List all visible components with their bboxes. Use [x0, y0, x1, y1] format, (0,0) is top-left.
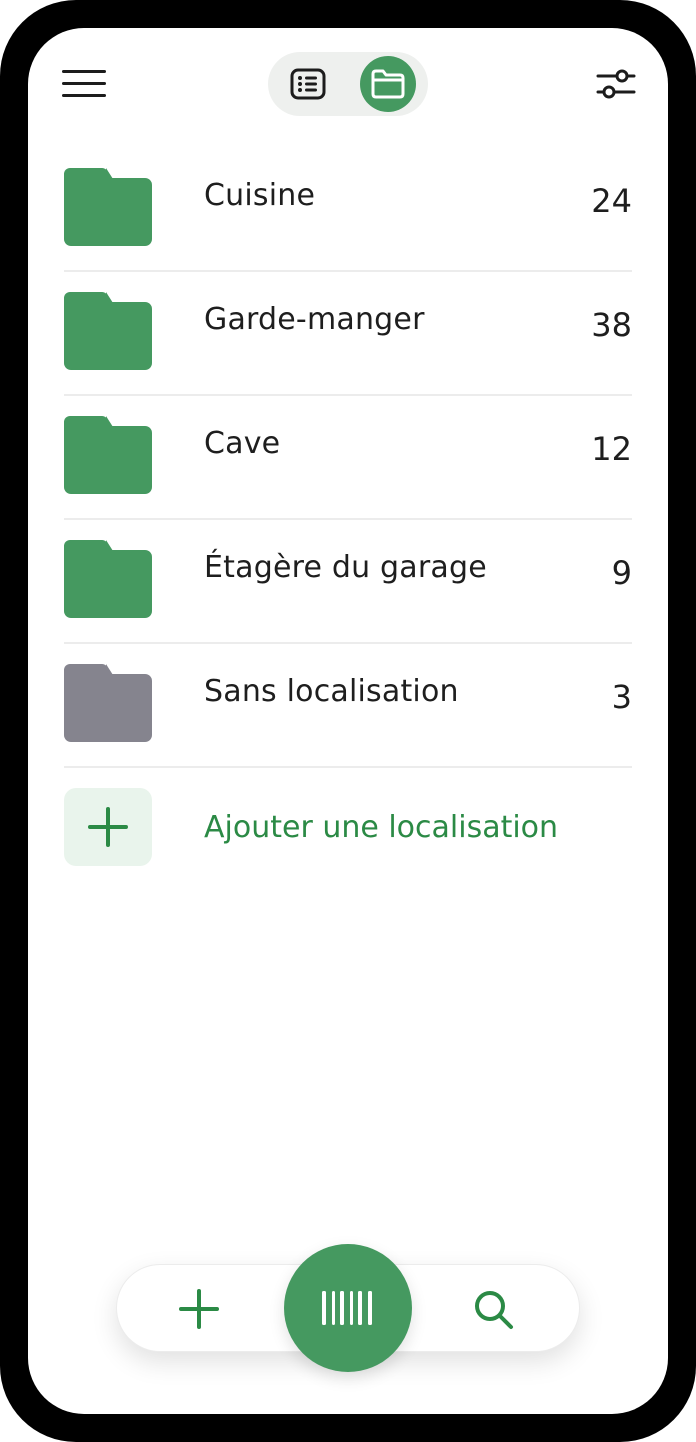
device-frame: Cuisine 24 Garde-manger 38 Cave 12 Étagè… [0, 0, 696, 1442]
location-item-cave[interactable]: Cave 12 [64, 396, 632, 520]
location-name: Sans localisation [204, 674, 459, 709]
list-view-icon [290, 68, 326, 100]
scan-barcode-button[interactable] [284, 1244, 412, 1372]
folder-icon [64, 416, 152, 494]
location-name: Cuisine [204, 178, 316, 213]
search-button[interactable] [471, 1287, 515, 1331]
hamburger-menu-icon[interactable] [62, 68, 106, 100]
location-list: Cuisine 24 Garde-manger 38 Cave 12 Étagè… [64, 148, 632, 868]
location-count: 9 [611, 554, 632, 592]
location-count: 38 [591, 306, 632, 344]
location-count: 24 [591, 182, 632, 220]
folder-view-button[interactable] [360, 56, 416, 112]
location-item-garde-manger[interactable]: Garde-manger 38 [64, 272, 632, 396]
folder-icon [64, 292, 152, 370]
location-name: Garde-manger [204, 302, 425, 337]
sliders-filter-icon [596, 69, 636, 99]
view-toggle [268, 52, 428, 116]
app-screen: Cuisine 24 Garde-manger 38 Cave 12 Étagè… [28, 28, 668, 1414]
location-item-cuisine[interactable]: Cuisine 24 [64, 148, 632, 272]
add-location-icon-box [64, 788, 152, 866]
location-count: 12 [591, 430, 632, 468]
add-item-button[interactable] [177, 1287, 221, 1331]
folder-view-icon [371, 69, 405, 99]
plus-icon [88, 807, 128, 847]
location-item-sans-localisation[interactable]: Sans localisation 3 [64, 644, 632, 768]
location-name: Étagère du garage [204, 550, 487, 585]
location-name: Cave [204, 426, 281, 461]
search-icon [475, 1291, 513, 1329]
filter-button[interactable] [596, 66, 636, 102]
plus-icon [179, 1289, 219, 1329]
location-item-etagere-du-garage[interactable]: Étagère du garage 9 [64, 520, 632, 644]
barcode-icon [322, 1291, 372, 1325]
location-count: 3 [611, 678, 632, 716]
add-location-label: Ajouter une localisation [204, 810, 559, 845]
add-location-button[interactable]: Ajouter une localisation [64, 768, 632, 868]
folder-icon [64, 168, 152, 246]
folder-icon [64, 664, 152, 742]
folder-icon [64, 540, 152, 618]
list-view-button[interactable] [280, 56, 336, 112]
